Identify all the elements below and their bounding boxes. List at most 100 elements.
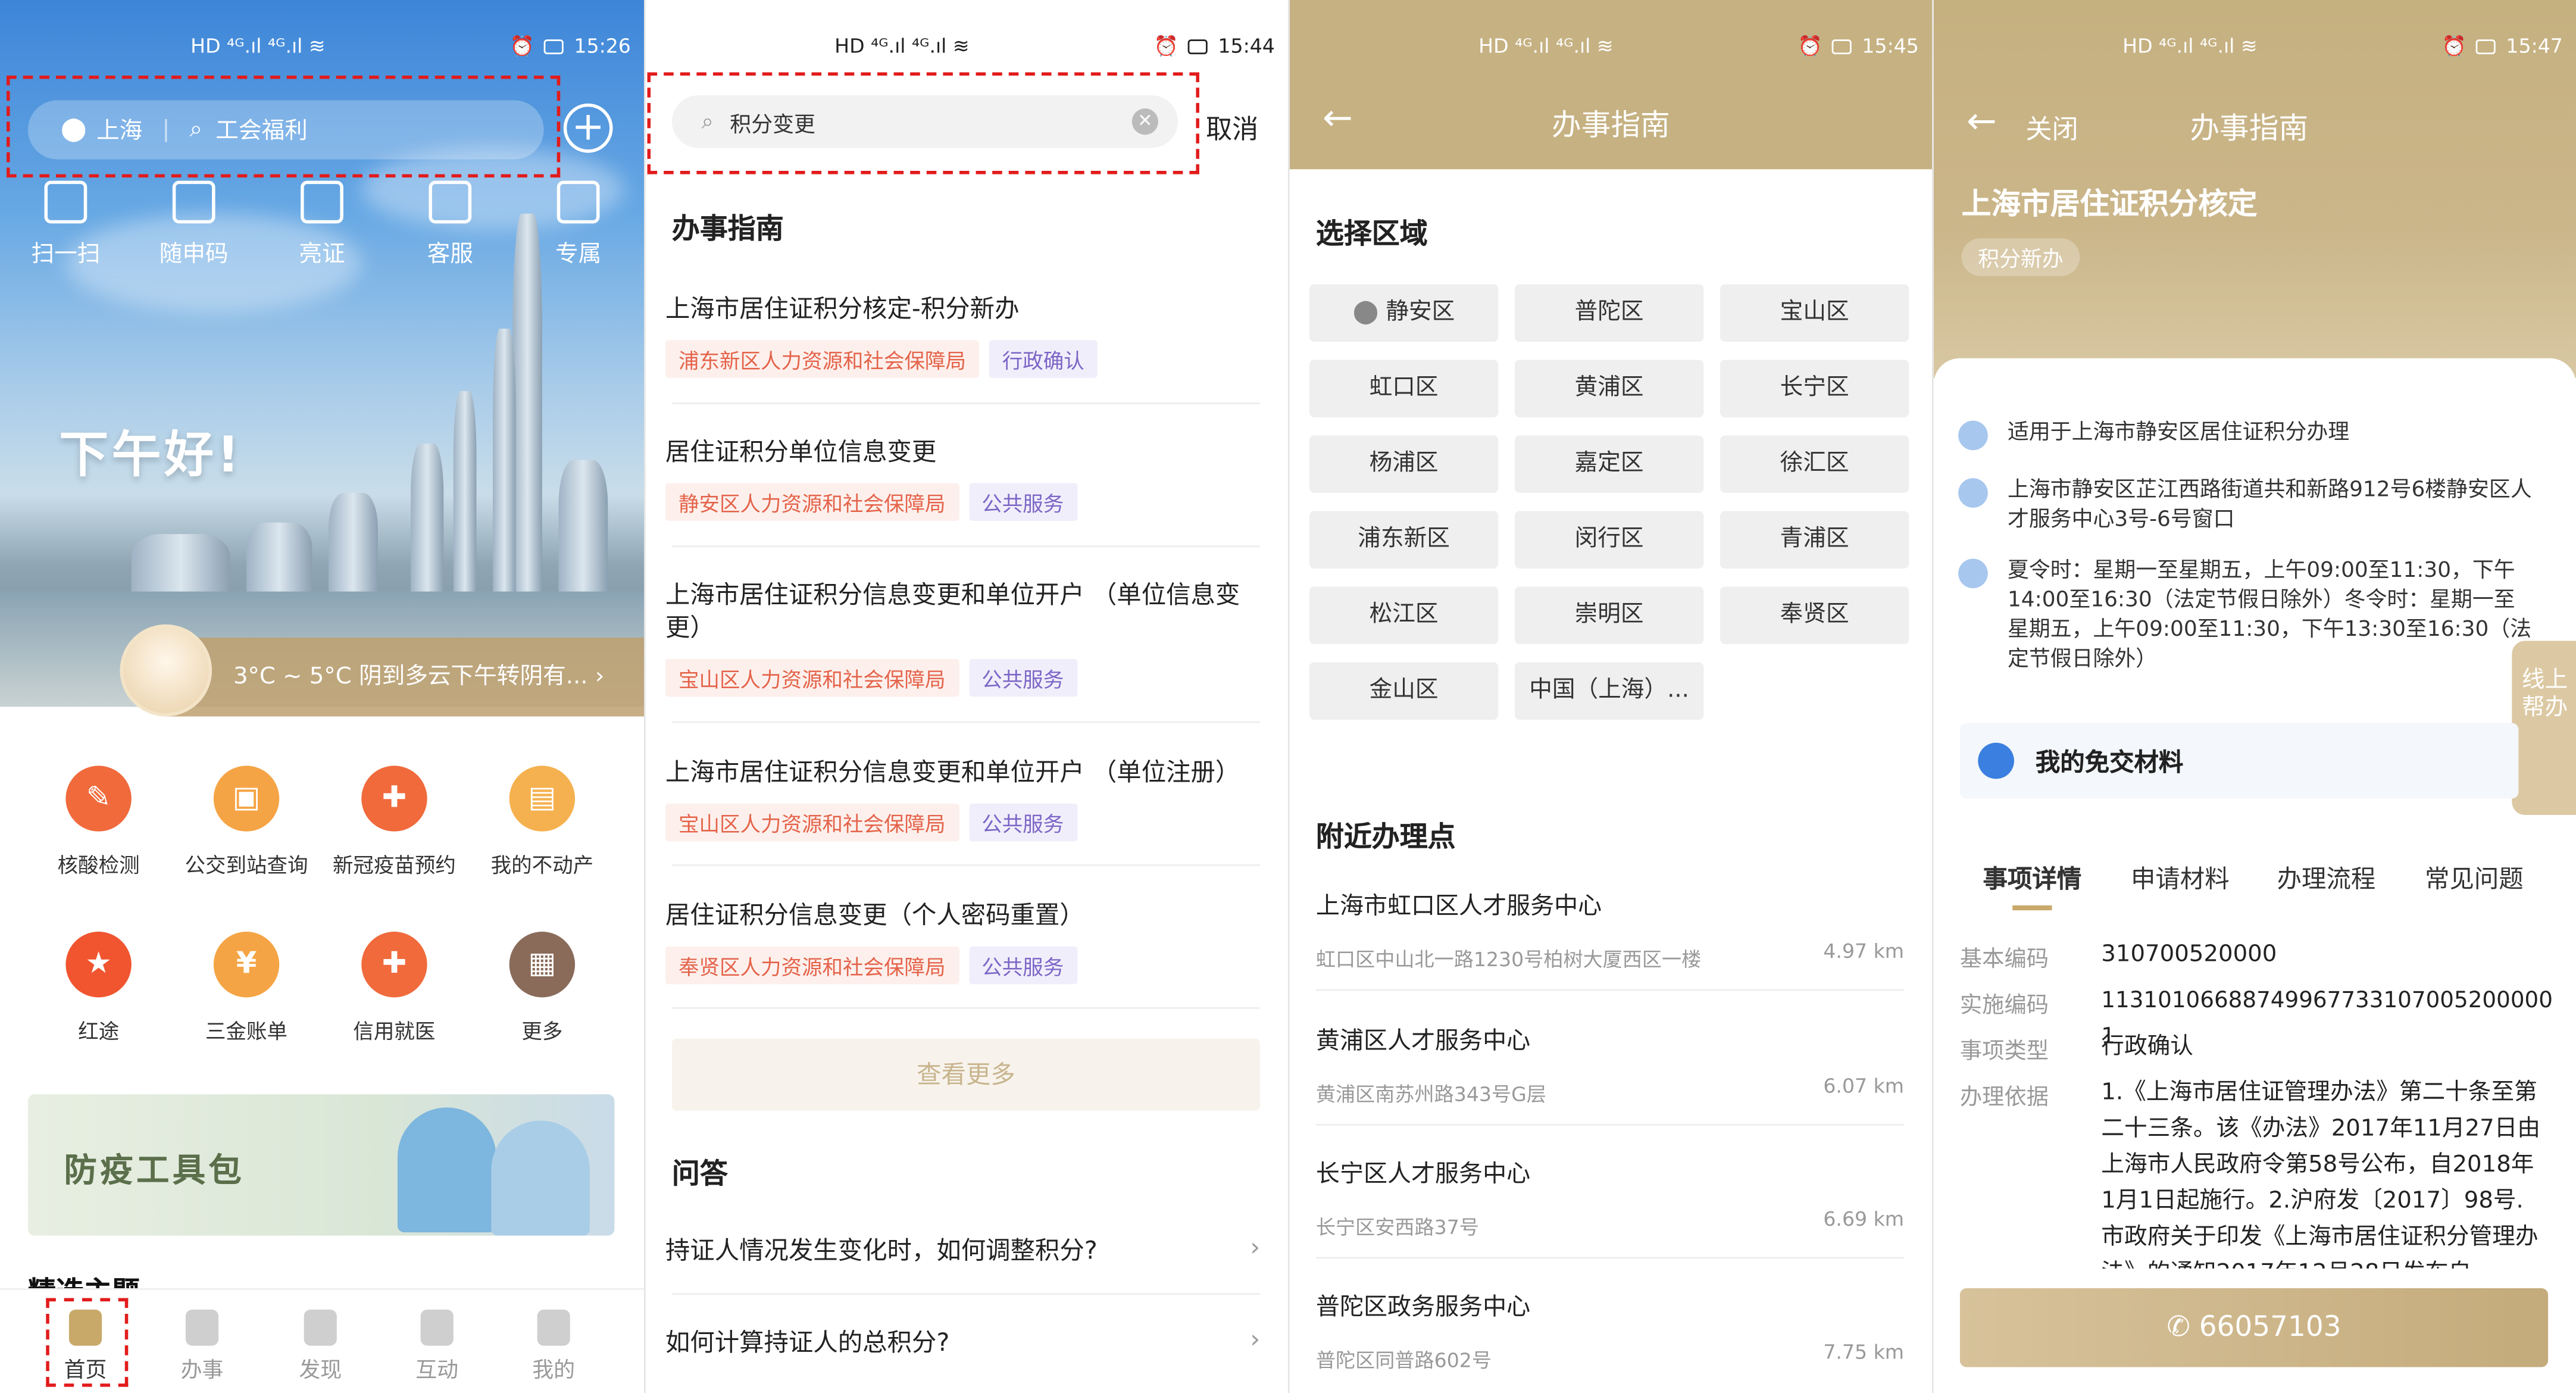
- headset-icon: [429, 180, 472, 224]
- show-license-button[interactable]: 亮证: [270, 180, 375, 270]
- highlight-search-box: [7, 75, 561, 178]
- exclusive-button[interactable]: 专属: [526, 180, 631, 270]
- close-button[interactable]: 关闭: [2025, 107, 2078, 146]
- district-songjiang[interactable]: 松江区: [1309, 586, 1499, 644]
- interact-icon: [420, 1309, 454, 1346]
- nearby-location[interactable]: 上海市虹口区人才服务中心 虹口区中山北一路1230号柏树大厦西区一楼 4.97 km: [1316, 888, 1904, 972]
- result-item[interactable]: 上海市居住证积分信息变更和单位开户 （单位注册） 宝山区人力资源和社会保障局 公共服…: [665, 756, 1260, 842]
- district-fengxian[interactable]: 奉贤区: [1720, 586, 1909, 644]
- district-jiading[interactable]: 嘉定区: [1514, 435, 1704, 494]
- highlight-search-input: [647, 72, 1199, 174]
- star-icon: ★: [65, 932, 132, 998]
- district-hongkou[interactable]: 虹口区: [1309, 360, 1499, 418]
- service-bus-query[interactable]: ▣ 公交到站查询: [173, 766, 320, 879]
- nearby-location[interactable]: 黄浦区人才服务中心 黄浦区南苏州路343号G层 6.07 km: [1316, 1022, 1904, 1106]
- bus-icon: ▣: [213, 766, 280, 832]
- district-pudong[interactable]: 浦东新区: [1309, 511, 1499, 569]
- tab-services[interactable]: 办事: [166, 1309, 238, 1383]
- online-help-button[interactable]: 线上帮办: [2512, 641, 2576, 816]
- district-putuo[interactable]: 普陀区: [1514, 284, 1704, 342]
- district-huangpu[interactable]: 黄浦区: [1514, 360, 1704, 418]
- qa-header: 问答: [671, 1158, 728, 1192]
- folder-icon: [1978, 742, 2015, 779]
- qa-item[interactable]: 持证人情况发生变化时，如何调整积分? ›: [665, 1232, 1260, 1267]
- item-title: 上海市居住证积分核定: [1961, 187, 2258, 222]
- nearby-location[interactable]: 长宁区人才服务中心 长宁区安西路37号 6.69 km: [1316, 1155, 1904, 1239]
- scan-button[interactable]: 扫一扫: [13, 180, 118, 270]
- result-item[interactable]: 上海市居住证积分信息变更和单位开户 （单位信息变更） 宝山区人力资源和社会保障局公…: [665, 579, 1260, 697]
- vaccine-icon: ✚: [361, 766, 427, 832]
- tab-item-details[interactable]: 事项详情: [1983, 861, 2081, 911]
- discover-icon: [304, 1309, 337, 1346]
- cancel-button[interactable]: 取消: [1206, 107, 1258, 146]
- call-button[interactable]: ✆ 66057103: [1959, 1288, 2549, 1367]
- document-icon: ▤: [509, 766, 576, 832]
- home-screen: HD ⁴ᴳ.ıl ⁴ᴳ.ıl ≋ ⏰ 15:26 ⬤ 上海 | ⌕ 工会福利 +…: [0, 0, 644, 1393]
- health-code-button[interactable]: 随申码: [141, 180, 246, 270]
- item-badge: 积分新办: [1961, 238, 2080, 276]
- tab-interact[interactable]: 互动: [401, 1309, 473, 1383]
- greeting: 下午好!: [59, 427, 243, 485]
- view-more-button[interactable]: 查看更多: [671, 1038, 1261, 1111]
- add-icon[interactable]: +: [563, 103, 613, 153]
- epidemic-toolkit-banner[interactable]: 防疫工具包: [27, 1094, 615, 1236]
- customer-service-button[interactable]: 客服: [398, 180, 503, 270]
- card-icon: [301, 180, 343, 224]
- tab-discover[interactable]: 发现: [285, 1309, 357, 1383]
- nearby-header: 附近办理点: [1315, 822, 1456, 855]
- district-changning[interactable]: 长宁区: [1720, 360, 1909, 418]
- result-item[interactable]: 上海市居住证积分核定-积分新办 浦东新区人力资源和社会保障局 行政确认: [665, 292, 1260, 378]
- district-jingan[interactable]: ⬤ 静安区: [1309, 284, 1499, 342]
- phone-icon: ✆: [2167, 1311, 2190, 1344]
- page-title: 办事指南: [1552, 108, 1670, 143]
- service-fund-bill[interactable]: ¥ 三金账单: [173, 932, 320, 1045]
- qa-item[interactable]: 如何计算持证人的总积分? ›: [665, 1325, 1260, 1359]
- guide-header: 办事指南: [671, 213, 784, 247]
- tab-mine[interactable]: 我的: [517, 1309, 589, 1383]
- mascot-icon: [120, 624, 212, 717]
- user-icon: [537, 1309, 570, 1346]
- status-bar: HD ⁴ᴳ.ıl ⁴ᴳ.ıl ≋ ⏰ 15:26: [190, 34, 631, 58]
- service-vaccine[interactable]: ✚ 新冠疫苗预约: [320, 766, 468, 879]
- scope-row: 适用于上海市静安区居住证积分办理: [1958, 419, 2533, 451]
- tab-process[interactable]: 办理流程: [2277, 861, 2376, 895]
- nearby-location[interactable]: 普陀区政务服务中心 普陀区同普路602号 7.75 km: [1316, 1288, 1904, 1372]
- region-header: 选择区域: [1315, 218, 1428, 252]
- service-real-estate[interactable]: ▤ 我的不动产: [468, 766, 616, 879]
- highlight-home-tab: [46, 1298, 129, 1387]
- service-red-route[interactable]: ★ 红途: [24, 932, 172, 1045]
- back-arrow-icon[interactable]: ←: [1967, 102, 1997, 143]
- house-icon: ¥: [213, 932, 280, 998]
- service-credit-medical[interactable]: ✚ 信用就医: [320, 932, 468, 1045]
- district-jinshan[interactable]: 金山区: [1309, 662, 1499, 720]
- crown-icon: [557, 180, 600, 224]
- grid-icon: ▦: [509, 932, 576, 998]
- detail-header: HD ⁴ᴳ.ıl ⁴ᴳ.ıl ≋ ⏰ 15:47 ← 关闭 办事指南 上海市居住证…: [1933, 0, 2576, 378]
- district-minhang[interactable]: 闵行区: [1514, 511, 1704, 569]
- service-nucleic-test[interactable]: ✎ 核酸检测: [24, 766, 172, 879]
- district-baoshan[interactable]: 宝山区: [1720, 284, 1909, 342]
- clock-icon: [1958, 558, 1988, 589]
- district-free-trade-zone[interactable]: 中国（上海）...: [1514, 662, 1704, 720]
- globe-icon: [1958, 420, 1988, 451]
- syringe-icon: ✎: [65, 766, 132, 832]
- header-bar: HD ⁴ᴳ.ıl ⁴ᴳ.ıl ≋ ⏰ 15:45 ← 办事指南: [1289, 0, 1932, 170]
- tab-faq[interactable]: 常见问题: [2425, 861, 2524, 895]
- free-materials-row[interactable]: 我的免交材料: [1959, 723, 2519, 799]
- district-chongming[interactable]: 崇明区: [1514, 586, 1704, 644]
- pen-icon: [185, 1309, 219, 1346]
- qr-code-icon: [172, 180, 215, 224]
- chevron-right-icon: ›: [1250, 1324, 1261, 1354]
- service-more[interactable]: ▦ 更多: [468, 932, 616, 1045]
- location-pin-icon: ⬤: [1352, 299, 1379, 326]
- tab-application-materials[interactable]: 申请材料: [2131, 861, 2230, 895]
- chevron-right-icon: ›: [1250, 1232, 1261, 1262]
- district-xuhui[interactable]: 徐汇区: [1720, 435, 1909, 494]
- result-item[interactable]: 居住证积分信息变更（个人密码重置） 奉贤区人力资源和社会保障局 公共服务: [665, 899, 1260, 985]
- doctor-illustration: [397, 1107, 496, 1233]
- district-qingpu[interactable]: 青浦区: [1720, 511, 1909, 569]
- result-item[interactable]: 居住证积分单位信息变更 静安区人力资源和社会保障局 公共服务: [665, 435, 1260, 521]
- district-yangpu[interactable]: 杨浦区: [1309, 435, 1499, 494]
- page-title: 办事指南: [2190, 111, 2309, 146]
- hours-row: 夏令时：星期一至星期五，上午09:00至11:30，下午14:00至16:30（…: [1958, 557, 2533, 676]
